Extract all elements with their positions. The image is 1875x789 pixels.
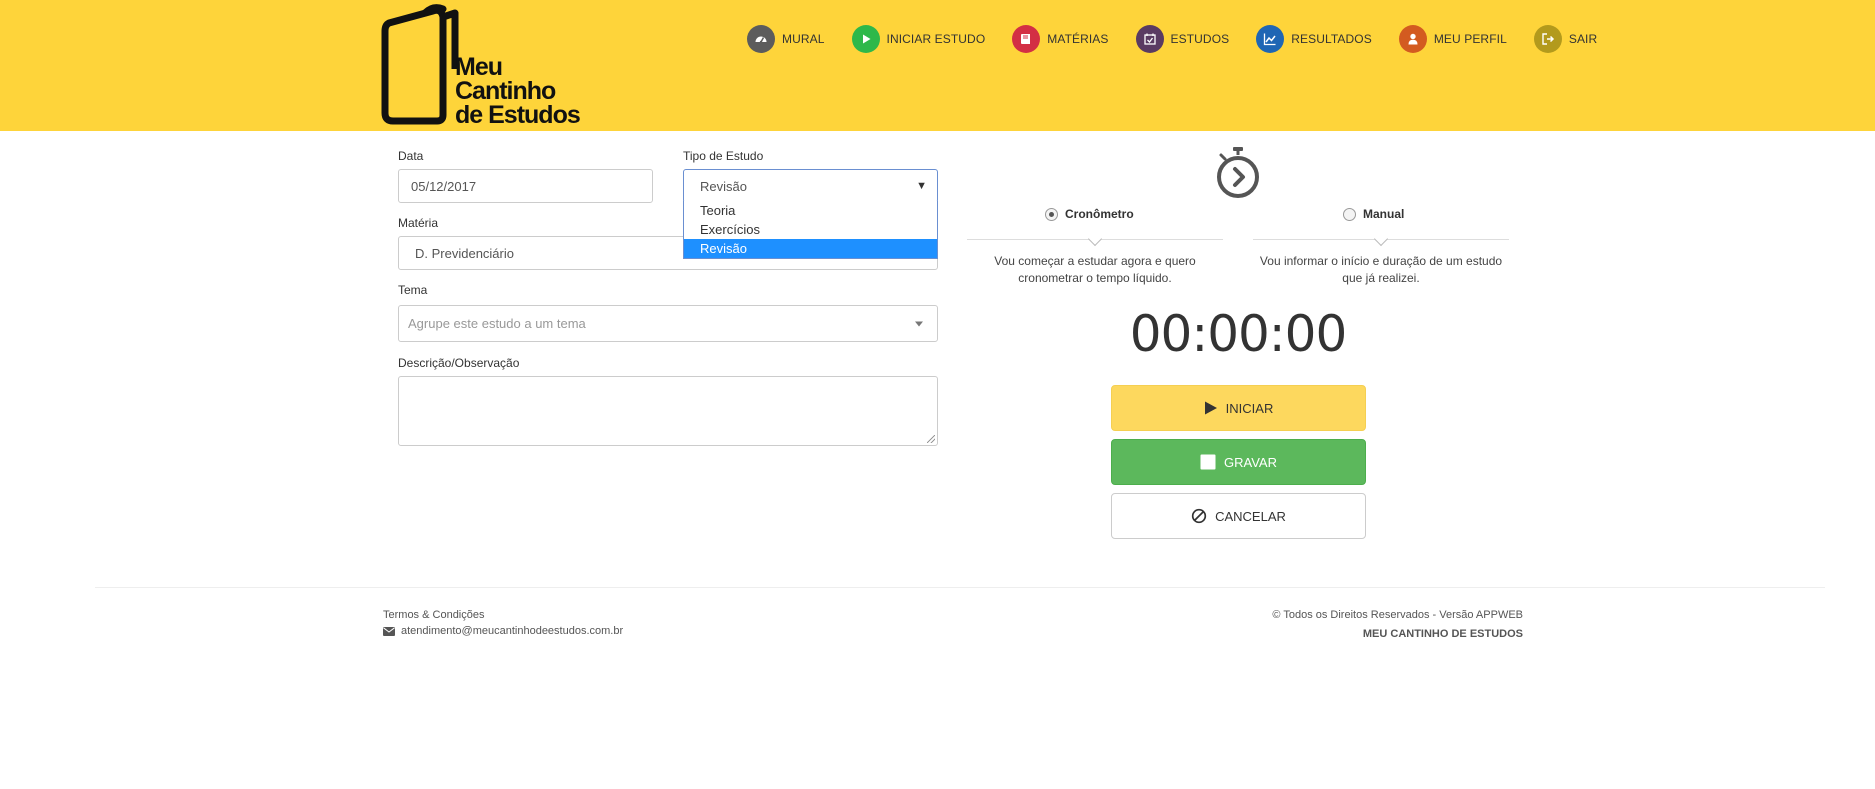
nav-label: ESTUDOS — [1170, 32, 1230, 46]
main-nav: MURAL INICIAR ESTUDO MATÉRIAS ESTUDOS RE… — [747, 25, 1597, 53]
cancel-button[interactable]: CANCELAR — [1111, 493, 1366, 539]
book-icon — [1012, 25, 1041, 53]
timer-display: 00:00:00 — [1129, 305, 1348, 363]
chevron-down-icon — [1373, 231, 1389, 247]
resize-handle-icon[interactable] — [927, 435, 935, 443]
theme-placeholder: Agrupe este estudo a um tema — [408, 316, 586, 331]
terms-link[interactable]: Termos & Condições — [383, 609, 485, 621]
theme-select[interactable]: Agrupe este estudo a um tema — [398, 305, 938, 342]
envelope-icon — [383, 626, 395, 636]
date-input[interactable]: 05/12/2017 — [398, 169, 653, 203]
study-type-options: Teoria Exercícios Revisão — [683, 201, 938, 259]
mode-stopwatch-radio[interactable] — [1045, 207, 1058, 221]
mode-manual-label: Manual — [1363, 207, 1405, 221]
header: Meu Cantinho de Estudos MURAL INICIAR ES… — [0, 0, 1875, 131]
contact-email[interactable]: atendimento@meucantinhodeestudos.com.br — [383, 625, 623, 637]
nav-label: INICIAR ESTUDO — [886, 32, 986, 46]
mode-stopwatch-label: Cronômetro — [1065, 207, 1134, 221]
mode-manual-description: Vou informar o início e duração de um es… — [1259, 254, 1503, 285]
mode-stopwatch-option[interactable]: Cronômetro — [1045, 207, 1134, 221]
nav-label: RESULTADOS — [1291, 32, 1372, 46]
date-value: 05/12/2017 — [411, 178, 477, 194]
chevron-down-icon — [1087, 231, 1103, 247]
nav-mural[interactable]: MURAL — [747, 25, 825, 53]
ban-icon — [1191, 508, 1207, 524]
date-label: Data — [398, 149, 424, 163]
subject-value: D. Previdenciário — [415, 245, 514, 261]
nav-sair[interactable]: SAIR — [1533, 25, 1598, 53]
study-type-select[interactable]: Revisão ▼ — [683, 169, 938, 203]
stopwatch-icon — [1217, 147, 1259, 198]
nav-label: MEU PERFIL — [1433, 32, 1507, 46]
contact-email-text: atendimento@meucantinhodeestudos.com.br — [401, 625, 624, 637]
nav-materias[interactable]: MATÉRIAS — [1012, 25, 1108, 53]
nav-iniciar-estudo[interactable]: INICIAR ESTUDO — [851, 25, 986, 53]
caret-down-icon — [915, 321, 923, 326]
footer-brand: MEU CANTINHO DE ESTUDOS — [1362, 628, 1523, 640]
study-type-label: Tipo de Estudo — [683, 149, 764, 163]
nav-estudos[interactable]: ESTUDOS — [1135, 25, 1230, 53]
start-label: INICIAR — [1225, 400, 1274, 416]
nav-meu-perfil[interactable]: MEU PERFIL — [1398, 25, 1507, 53]
save-label: GRAVAR — [1224, 454, 1277, 470]
option-exercicios[interactable]: Exercícios — [684, 220, 937, 239]
theme-label: Tema — [398, 283, 428, 297]
option-revisao[interactable]: Revisão — [684, 239, 937, 258]
caret-down-icon: ▼ — [916, 180, 927, 192]
cancel-label: CANCELAR — [1215, 508, 1286, 524]
mode-manual-radio[interactable] — [1343, 207, 1356, 221]
copyright: © Todos os Direitos Reservados - Versão … — [1272, 609, 1523, 621]
study-type-value: Revisão — [700, 178, 747, 194]
mode-manual-option[interactable]: Manual — [1343, 207, 1404, 221]
nav-resultados[interactable]: RESULTADOS — [1256, 25, 1372, 53]
footer-divider — [95, 587, 1825, 588]
description-textarea[interactable] — [398, 376, 938, 446]
brand-name: Meu Cantinho de Estudos — [455, 53, 581, 129]
play-icon — [851, 25, 880, 53]
nav-label: SAIR — [1568, 32, 1598, 46]
dashboard-icon — [747, 25, 775, 53]
nav-label: MATÉRIAS — [1047, 32, 1109, 46]
stop-icon — [1200, 454, 1216, 470]
sign-out-icon — [1533, 25, 1562, 53]
line-chart-icon — [1256, 25, 1285, 53]
start-button[interactable]: INICIAR — [1111, 385, 1366, 431]
description-label: Descrição/Observação — [398, 356, 520, 370]
user-icon — [1398, 25, 1427, 53]
option-teoria[interactable]: Teoria — [684, 201, 937, 220]
play-icon — [1204, 401, 1218, 415]
subject-label: Matéria — [398, 216, 439, 230]
nav-label: MURAL — [782, 32, 825, 46]
save-button[interactable]: GRAVAR — [1111, 439, 1366, 485]
mode-stopwatch-description: Vou começar a estudar agora e quero cron… — [994, 254, 1196, 285]
calendar-check-icon — [1135, 25, 1164, 53]
